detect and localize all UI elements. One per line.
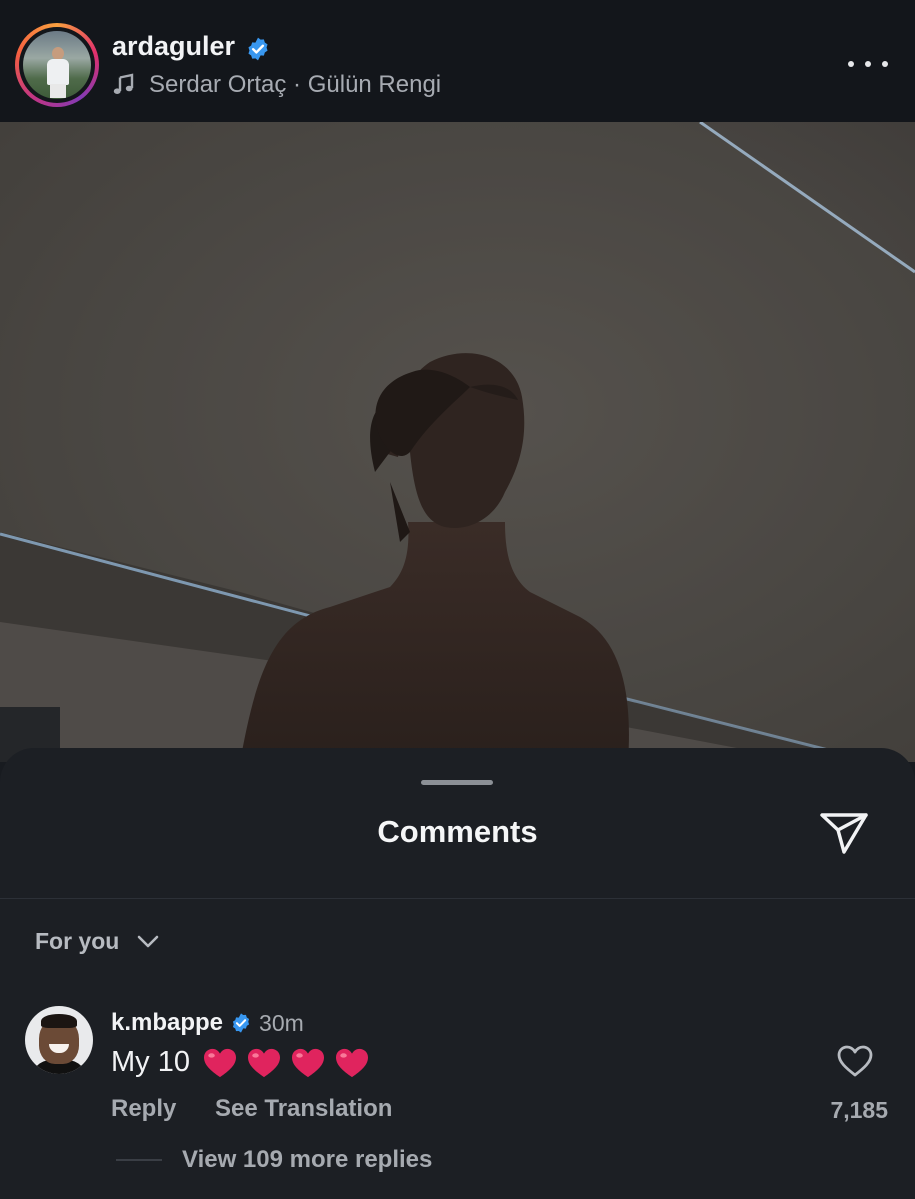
comments-sheet: Comments For you k.mbappe 30m My 10 Repl… [0,748,915,1199]
sheet-divider [0,898,915,899]
sheet-drag-handle[interactable] [421,780,493,785]
story-avatar[interactable] [15,23,99,107]
more-options-button[interactable] [848,50,888,78]
post-header: ardaguler Serdar Ortaç · Gülün Rengi [0,0,915,122]
music-info[interactable]: Serdar Ortaç · Gülün Rengi [112,71,441,99]
post-photo[interactable] [0,122,915,762]
reply-button[interactable]: Reply [111,1095,176,1123]
replies-divider-line [116,1159,162,1161]
profile-photo [23,31,91,99]
comment-text: My 10 [111,1046,378,1079]
like-heart-icon[interactable] [836,1044,874,1078]
red-heart-emoji-icon [335,1048,368,1077]
music-note-icon [113,73,134,94]
post-username[interactable]: ardaguler [112,31,235,62]
filter-label: For you [35,928,120,954]
comment-body: My 10 [111,1046,190,1078]
share-icon[interactable] [818,808,870,856]
red-heart-emoji-icon [291,1048,324,1077]
view-more-replies-button[interactable]: View 109 more replies [182,1146,432,1174]
commenter-avatar[interactable] [25,1006,93,1074]
music-title: Gülün Rengi [307,71,442,98]
post-photo-illustration [0,122,915,762]
see-translation-button[interactable]: See Translation [215,1095,392,1123]
verified-badge-icon [248,37,268,61]
red-heart-emoji-icon [203,1048,236,1077]
verified-badge-icon [232,1013,250,1033]
commenter-username[interactable]: k.mbappe [111,1009,223,1037]
like-count: 7,185 [830,1097,888,1123]
music-artist: Serdar Ortaç [149,71,287,98]
comment-timestamp: 30m [259,1010,304,1036]
chevron-down-icon [138,935,159,947]
comment-filter-dropdown[interactable]: For you [35,928,159,955]
red-heart-emoji-icon [247,1048,280,1077]
music-separator: · [286,71,308,98]
comments-title: Comments [377,814,538,849]
heart-emojis [202,1047,378,1079]
